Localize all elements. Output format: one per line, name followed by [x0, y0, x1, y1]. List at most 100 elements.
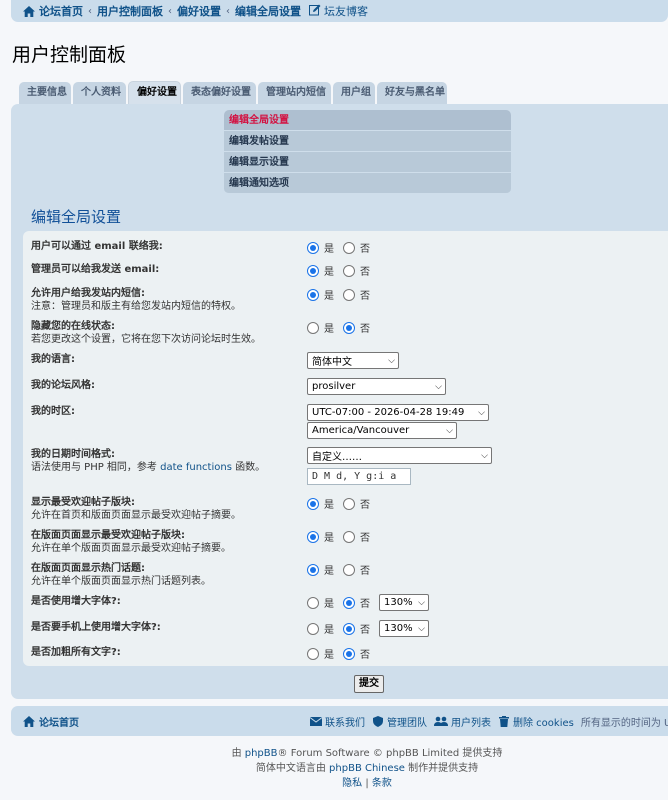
credit-line-legal: 隐私 | 条款 [342, 778, 392, 789]
dateformat-select[interactable]: 自定义…… ⌵ [307, 447, 492, 464]
tab-profile[interactable]: 个人资料 [73, 82, 126, 104]
blog-link[interactable]: 坛友博客 [309, 3, 368, 19]
field-label: 我的语言: [31, 354, 75, 365]
chevron-left-icon: ‹ [88, 5, 92, 17]
field-label: 是否加粗所有文字?: [31, 647, 121, 658]
large-font-size-select[interactable]: 130% ⌵ [379, 594, 429, 611]
tab-preferences[interactable]: 偏好设置 [128, 81, 181, 104]
phpbb-link[interactable]: phpBB [245, 748, 278, 759]
radio-pm-no[interactable] [343, 288, 355, 301]
radio-admin-email-no[interactable] [343, 264, 355, 277]
timezone-offset-select[interactable]: UTC-07:00 - 2026-04-28 19:49 ⌵ [307, 404, 489, 421]
radio-hide-online-yes[interactable] [307, 321, 319, 334]
tab-friends-foes[interactable]: 好友与黑名单 [377, 82, 447, 104]
footer-navbar: 论坛首页 联系我们 管理团队 用户列表 删除 cookies 所有显示的时间为 … [11, 706, 668, 736]
delete-cookies-link[interactable]: 删除 cookies [498, 714, 574, 729]
radio-mobile-large-font-no[interactable] [343, 622, 355, 635]
home-icon [23, 5, 35, 17]
chevron-down-icon: ⌵ [418, 597, 425, 608]
chevron-down-icon: ⌵ [478, 407, 485, 418]
submenu-global-settings[interactable]: 编辑全局设置 [224, 110, 511, 131]
radio-admin-email-yes[interactable] [307, 264, 319, 277]
chevron-down-icon: ⌵ [388, 355, 395, 366]
field-label: 是否要手机上使用增大字体?: [31, 622, 161, 633]
radio-pm-yes[interactable] [307, 288, 319, 301]
field-label: 用户可以通过 email 联络我: [31, 241, 163, 252]
mobile-font-size-select[interactable]: 130% ⌵ [379, 620, 429, 637]
chevron-down-icon: ⌵ [418, 623, 425, 634]
users-icon [434, 716, 448, 726]
timezone-zone-select[interactable]: America/Vancouver ⌵ [307, 422, 457, 439]
submit-button[interactable]: 提交 [354, 675, 384, 693]
chevron-down-icon: ⌵ [435, 381, 442, 392]
radio-popular-index-yes[interactable] [307, 497, 319, 510]
tab-usergroups[interactable]: 用户组 [333, 82, 375, 104]
privacy-link[interactable]: 隐私 [342, 778, 362, 789]
radio-bold-text-yes[interactable] [307, 647, 319, 660]
radio-popular-forum-yes[interactable] [307, 530, 319, 543]
breadcrumb-prefs[interactable]: 偏好设置 [177, 3, 221, 19]
chevron-down-icon: ⌵ [481, 450, 488, 461]
breadcrumb-home[interactable]: 论坛首页 [39, 3, 83, 19]
radio-mobile-large-font-yes[interactable] [307, 622, 319, 635]
tab-main[interactable]: 主要信息 [19, 82, 71, 104]
footer-home-link[interactable]: 论坛首页 [23, 714, 79, 729]
field-explain: 若您更改这个设置，它将在您下次访问论坛时生效。 [31, 334, 261, 345]
radio-hide-online-no[interactable] [343, 321, 355, 334]
team-link[interactable]: 管理团队 [372, 714, 427, 729]
blog-link-label: 坛友博客 [324, 5, 368, 18]
timezone-note: 所有显示的时间为 U [580, 717, 668, 729]
field-label: 我的日期时间格式: [31, 449, 115, 460]
radio-hot-topics-no[interactable] [343, 563, 355, 576]
date-functions-link[interactable]: date functions [160, 462, 232, 473]
field-label: 我的时区: [31, 406, 75, 417]
field-label: 在版面页面显示热门话题: [31, 563, 145, 574]
trash-icon [499, 715, 509, 727]
field-label: 是否使用增大字体?: [31, 596, 121, 607]
phpbb-chinese-link[interactable]: phpBB Chinese [329, 763, 405, 774]
chevron-left-icon: ‹ [226, 5, 230, 17]
ucp-tabs: 主要信息 个人资料 偏好设置 表态偏好设置 管理站内短信 用户组 好友与黑名单 [19, 81, 447, 104]
field-explain: 允许在单个版面页面显示最受欢迎帖子摘要。 [31, 543, 231, 554]
breadcrumb-global[interactable]: 编辑全局设置 [235, 3, 301, 19]
breadcrumb: 论坛首页 ‹ 用户控制面板 ‹ 偏好设置 ‹ 编辑全局设置 坛友博客 [11, 0, 668, 22]
field-label: 我的论坛风格: [31, 380, 95, 391]
field-explain: 允许在单个版面页面显示热门话题列表。 [31, 576, 211, 587]
tab-private-messages[interactable]: 管理站内短信 [258, 82, 331, 104]
terms-link[interactable]: 条款 [372, 778, 392, 789]
tab-reaction-prefs[interactable]: 表态偏好设置 [183, 82, 256, 104]
page-title: 用户控制面板 [12, 44, 127, 66]
radio-popular-index-no[interactable] [343, 497, 355, 510]
members-link[interactable]: 用户列表 [434, 714, 491, 729]
field-explain: 允许在首页和版面页面显示最受欢迎帖子摘要。 [31, 510, 241, 521]
radio-large-font-no[interactable] [343, 596, 355, 609]
envelope-icon [310, 716, 322, 726]
radio-popular-forum-no[interactable] [343, 530, 355, 543]
shield-icon [373, 715, 383, 727]
section-title: 编辑全局设置 [31, 208, 122, 226]
radio-email-yes[interactable] [307, 241, 319, 254]
submenu-posting-settings[interactable]: 编辑发帖设置 [224, 131, 511, 152]
breadcrumb-ucp[interactable]: 用户控制面板 [97, 3, 163, 19]
submenu-notification-options[interactable]: 编辑通知选项 [224, 173, 511, 194]
credit-line-software: 由 phpBB® Forum Software © phpBB Limited … [231, 748, 503, 759]
radio-large-font-yes[interactable] [307, 596, 319, 609]
field-explain: 注意：管理员和版主有给您发站内短信的特权。 [31, 301, 241, 312]
credits: 由 phpBB® Forum Software © phpBB Limited … [0, 746, 668, 791]
footer-links: 联系我们 管理团队 用户列表 删除 cookies 所有显示的时间为 U [310, 706, 668, 736]
radio-bold-text-no[interactable] [343, 647, 355, 660]
preferences-submenu: 编辑全局设置 编辑发帖设置 编辑显示设置 编辑通知选项 [224, 110, 511, 194]
chevron-down-icon: ⌵ [446, 425, 453, 436]
field-explain: 语法使用与 PHP 相同，参考 date functions 函数。 [31, 462, 266, 473]
edit-icon [309, 4, 321, 16]
language-select[interactable]: 简体中文 ⌵ [307, 352, 399, 369]
field-label: 显示最受欢迎帖子版块: [31, 497, 135, 508]
credit-line-translation: 简体中文语言由 phpBB Chinese 制作并提供支持 [255, 763, 479, 774]
radio-hot-topics-yes[interactable] [307, 563, 319, 576]
style-select[interactable]: prosilver ⌵ [307, 378, 446, 395]
field-label: 允许用户给我发站内短信: [31, 288, 145, 299]
radio-email-no[interactable] [343, 241, 355, 254]
dateformat-input[interactable]: D M d, Y g:i a [307, 468, 411, 485]
submenu-display-settings[interactable]: 编辑显示设置 [224, 152, 511, 173]
contact-link[interactable]: 联系我们 [310, 714, 365, 729]
